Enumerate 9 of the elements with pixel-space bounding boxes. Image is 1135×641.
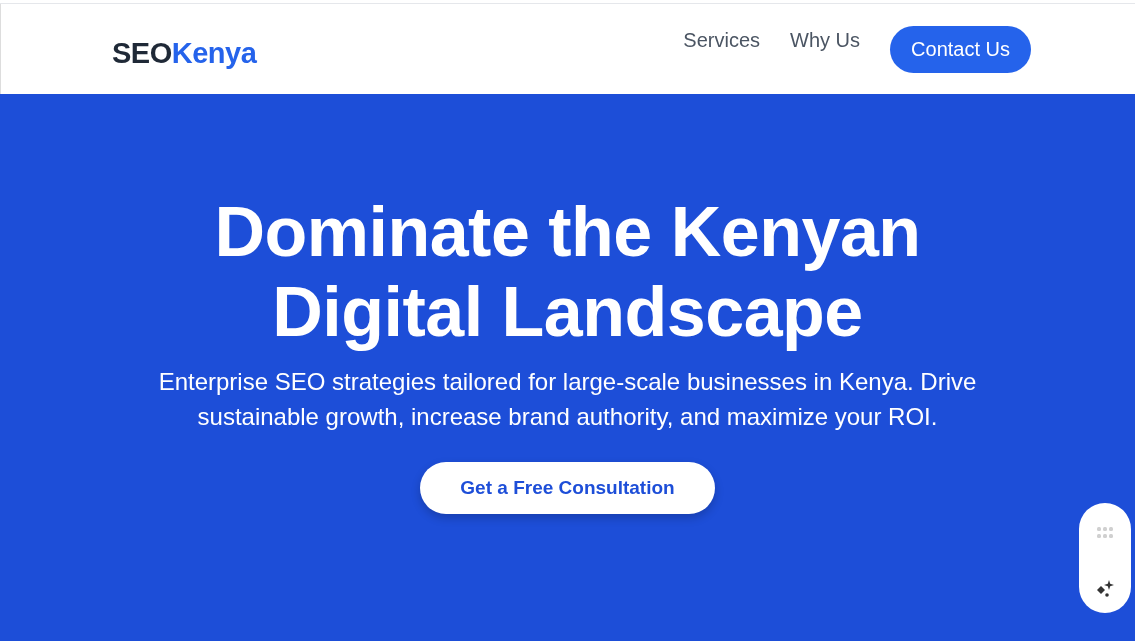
nav-link[interactable]: Why Us bbox=[790, 28, 861, 52]
logo[interactable]: SEOKenya bbox=[112, 36, 257, 70]
sparkle-icon[interactable] bbox=[1095, 579, 1115, 599]
hero-title: Dominate the Kenyan Digital Landscape bbox=[214, 192, 921, 352]
nav-link[interactable]: Services bbox=[683, 28, 761, 52]
consultation-button[interactable]: Get a Free Consultation bbox=[420, 462, 715, 514]
contact-button[interactable]: Contact Us bbox=[890, 25, 1031, 73]
drag-handle-icon[interactable] bbox=[1097, 527, 1113, 538]
hero-subtitle: Enterprise SEO strategies tailored for large-scale businesses in Kenya. Drive sustainable growth, increase brand authority, and maximize your ROI. bbox=[157, 367, 978, 432]
